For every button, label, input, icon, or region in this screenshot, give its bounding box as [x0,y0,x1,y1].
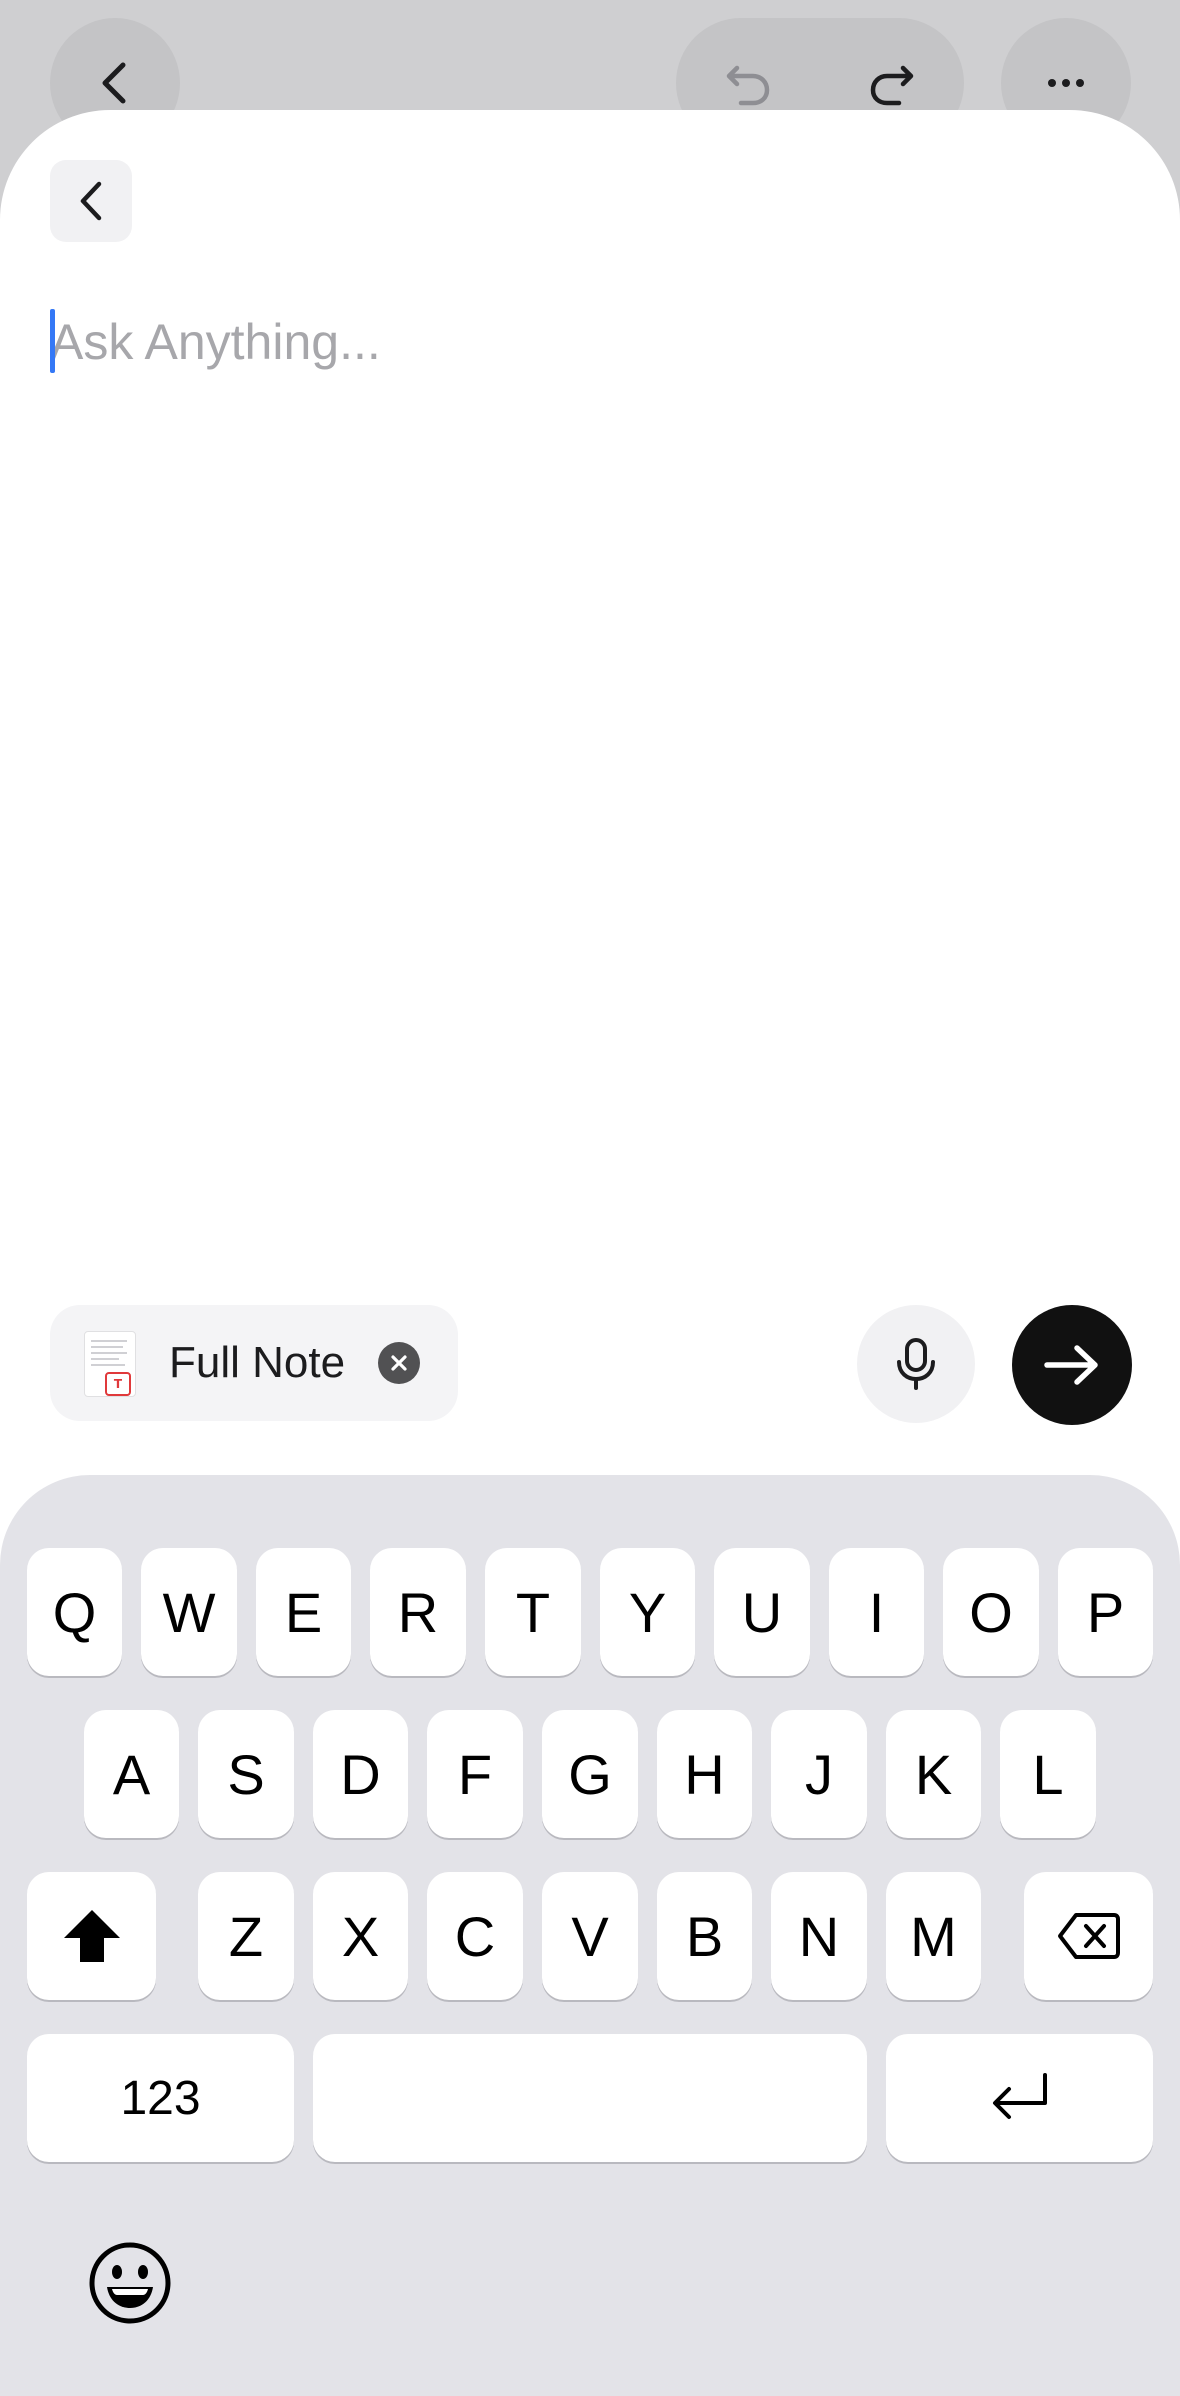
backspace-key[interactable] [1024,1872,1153,2000]
key-w[interactable]: W [141,1548,237,1676]
key-d[interactable]: D [313,1710,408,1838]
key-l[interactable]: L [1000,1710,1096,1838]
text-caret [50,309,55,373]
key-e[interactable]: E [256,1548,351,1676]
ask-input[interactable] [50,305,1130,379]
close-icon [391,1355,407,1371]
key-r[interactable]: R [370,1548,466,1676]
key-p[interactable]: P [1058,1548,1153,1676]
key-x[interactable]: X [313,1872,408,2000]
backspace-icon [1057,1913,1120,1959]
key-t[interactable]: T [485,1548,581,1676]
key-g[interactable]: G [542,1710,638,1838]
keyboard: Q W E R T Y U I O P A S D F G H J K L Z … [0,1475,1180,2396]
microphone-icon [897,1338,935,1390]
key-n[interactable]: N [771,1872,867,2000]
context-chip-full-note[interactable]: T Full Note [50,1305,458,1421]
chevron-left-icon [102,62,126,104]
numbers-key[interactable]: 123 [27,2034,294,2162]
key-h[interactable]: H [657,1710,752,1838]
key-o[interactable]: O [943,1548,1039,1676]
key-b[interactable]: B [657,1872,752,2000]
emoji-button[interactable] [82,2235,178,2331]
key-z[interactable]: Z [198,1872,294,2000]
key-y[interactable]: Y [600,1548,695,1676]
document-thumbnail-icon: T [84,1331,136,1397]
key-u[interactable]: U [714,1548,810,1676]
space-key[interactable] [313,2034,867,2162]
prompt-area [50,305,1130,385]
context-chip-label: Full Note [169,1338,346,1387]
key-s[interactable]: S [198,1710,294,1838]
more-horizontal-icon [1048,79,1084,87]
key-v[interactable]: V [542,1872,638,2000]
redo-icon [870,65,914,106]
remove-context-button[interactable] [378,1342,420,1384]
send-button[interactable] [1012,1305,1132,1425]
key-c[interactable]: C [427,1872,523,2000]
key-a[interactable]: A [84,1710,179,1838]
key-q[interactable]: Q [27,1548,122,1676]
key-k[interactable]: K [886,1710,981,1838]
microphone-button[interactable] [857,1305,975,1423]
screen: T Full Note Q W E R [0,0,1180,2396]
return-key[interactable] [886,2034,1153,2162]
note-badge-icon: T [105,1372,131,1396]
sheet-back-button[interactable] [50,160,132,242]
key-i[interactable]: I [829,1548,924,1676]
shift-key[interactable] [27,1872,156,2000]
shift-icon [63,1910,120,1962]
arrow-right-icon [1044,1345,1098,1385]
undo-icon [726,65,770,106]
return-icon [992,2073,1047,2119]
key-j[interactable]: J [771,1710,867,1838]
chevron-left-icon [80,181,102,221]
emoji-icon [89,2242,171,2324]
key-m[interactable]: M [886,1872,981,2000]
key-f[interactable]: F [427,1710,523,1838]
